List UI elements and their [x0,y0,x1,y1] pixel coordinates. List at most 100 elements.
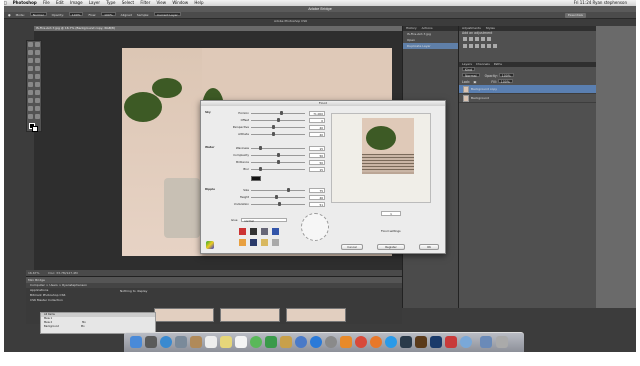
finder-icon[interactable] [130,336,142,348]
photo-filter-icon[interactable] [481,44,485,48]
slider-handle[interactable] [277,201,281,206]
brush-icon[interactable]: ● [8,12,11,19]
frame-stepper[interactable]: 1 [381,211,401,216]
slider-handle[interactable] [277,159,280,164]
clone-stamp-tool-icon[interactable] [28,74,33,79]
notes-icon[interactable] [220,336,232,348]
slider-track[interactable] [251,133,305,135]
tab-paths[interactable]: Paths [494,62,502,66]
color-swatch[interactable] [251,176,261,181]
ok-button[interactable]: OK [419,244,439,250]
workspace-switcher[interactable]: Essentials [564,13,586,18]
slider-track[interactable] [251,196,305,198]
sample-select[interactable]: Current Layer [154,12,181,17]
slider-track[interactable] [251,189,305,191]
thumbnail[interactable] [220,308,280,322]
dodge-tool-icon[interactable] [35,90,40,95]
levels-icon[interactable] [469,37,473,41]
list-item[interactable]: Background Mo [41,325,155,329]
lock-icon[interactable]: ▣ [473,80,476,84]
firefox-icon[interactable] [370,336,382,348]
bw-icon[interactable] [475,44,479,48]
tab-adjustments[interactable]: Adjustments [462,26,481,30]
lightroom-icon[interactable] [400,336,412,348]
vibrance-icon[interactable] [487,37,491,41]
vlc-icon[interactable] [340,336,352,348]
preview-pane[interactable] [331,113,431,203]
preset-icon[interactable] [239,239,246,246]
contacts-icon[interactable] [190,336,202,348]
opacity-field[interactable]: 100% [68,12,84,17]
tab-styles[interactable]: Styles [486,26,495,30]
hue-icon[interactable] [463,44,467,48]
blend-mode-select[interactable]: Normal [462,73,480,78]
preferences-icon[interactable] [325,336,337,348]
hand-tool-icon[interactable] [28,114,33,119]
layer-opacity-field[interactable]: 100% [498,73,514,78]
layer-row[interactable]: Background [459,94,596,103]
slider-track[interactable] [251,112,305,114]
photo-canvas-left[interactable] [122,48,202,256]
slider-value-field[interactable]: 40 [309,124,325,130]
slider-value-field[interactable]: 71.000 [309,110,325,116]
reset-icon[interactable] [271,228,279,235]
slider-handle[interactable] [277,152,280,157]
zoom-tool-icon[interactable] [35,114,40,119]
messages-icon[interactable] [250,336,262,348]
eraser-tool-icon[interactable] [28,82,33,87]
channel-mixer-icon[interactable] [487,44,491,48]
app-icon[interactable] [460,336,472,348]
photoshop-icon[interactable] [430,336,442,348]
healing-tool-icon[interactable] [28,66,33,71]
brush-tool-icon[interactable] [35,66,40,71]
slider-value-field[interactable]: 51 [309,201,325,207]
skype-icon[interactable] [385,336,397,348]
slider-handle[interactable] [287,187,291,192]
slider-value-field[interactable]: 0 [309,117,325,123]
history-brush-tool-icon[interactable] [35,74,40,79]
slider-value-field[interactable]: 75 [309,187,325,193]
doc-size[interactable]: Doc: 33.7M/127.4M [48,271,77,275]
eyedropper-tool-icon[interactable] [35,58,40,63]
history-item[interactable]: Duplicate Layer [403,43,458,49]
register-button[interactable]: Register [377,244,405,250]
play-icon[interactable] [239,228,246,235]
slider-handle[interactable] [258,145,262,150]
launchpad-icon[interactable] [145,336,157,348]
slider-value-field[interactable]: 15 [309,166,325,172]
trash-icon[interactable] [496,336,508,348]
slider-handle[interactable] [271,124,275,129]
slider-handle[interactable] [274,194,278,199]
photos-icon[interactable] [280,336,292,348]
layer-row[interactable]: Background copy [459,85,596,94]
blur-tool-icon[interactable] [28,90,33,95]
quick-select-tool-icon[interactable] [35,50,40,55]
step-icon[interactable] [249,228,257,235]
slider-handle[interactable] [279,110,283,115]
preset-icon[interactable] [260,239,268,246]
thumbnail[interactable] [286,308,346,322]
tab-channels[interactable]: Channels [476,62,490,66]
tab-layers[interactable]: Layers [462,62,472,66]
move-tool-icon[interactable] [28,42,33,47]
chrome-icon[interactable] [355,336,367,348]
exposure-icon[interactable] [481,37,485,41]
thumbnail[interactable] [154,308,214,322]
calendar-icon[interactable] [205,336,217,348]
fill-field[interactable]: 100% [497,79,513,84]
slider-handle[interactable] [271,131,275,136]
folder-icon[interactable] [480,336,492,348]
slider-value-field[interactable]: 15 [309,145,325,151]
gradient-tool-icon[interactable] [35,82,40,87]
slider-value-field[interactable]: 50 [309,159,325,165]
shape-tool-icon[interactable] [35,106,40,111]
slider-value-field[interactable]: 40 [309,131,325,137]
marquee-tool-icon[interactable] [35,42,40,47]
type-tool-icon[interactable] [35,98,40,103]
preset-icon[interactable] [271,239,279,246]
horizon-dial[interactable] [301,213,329,241]
copy-icon[interactable] [260,228,268,235]
slider-handle[interactable] [277,117,280,122]
cancel-button[interactable]: Cancel [341,244,363,250]
brightness-icon[interactable] [463,37,467,41]
